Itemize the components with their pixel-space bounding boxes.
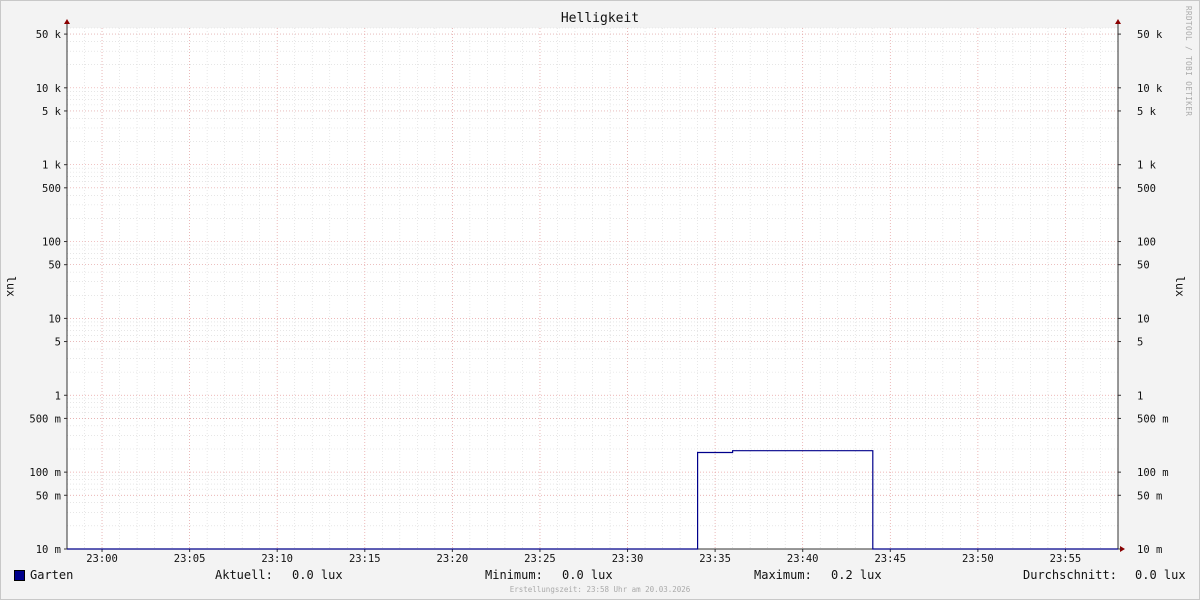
legend-series-name: Garten [30,568,74,582]
legend-swatch-garten [14,570,25,581]
y-tick-label-right: 500 m [1137,413,1169,425]
y-tick-label-left: 10 m [36,544,61,556]
y-tick-label-right: 50 m [1137,490,1162,502]
y-tick-label-right: 10 [1137,313,1150,325]
x-tick-label: 23:35 [699,553,731,565]
legend-min-value: 0.0 lux [562,568,613,582]
x-tick-label: 23:40 [787,553,819,565]
x-tick-label: 23:05 [174,553,206,565]
y-tick-label-left: 10 k [36,83,62,95]
y-tick-label-left: 500 [42,183,61,195]
legend-min-label: Minimum: [485,568,543,582]
y-tick-label-left: 50 [48,260,61,272]
legend-avg-value: 0.0 lux [1135,568,1186,582]
y-tick-label-right: 50 [1137,260,1150,272]
y-tick-label-right: 5 [1137,337,1143,349]
y-tick-label-left: 5 [55,337,61,349]
x-tick-label: 23:20 [437,553,469,565]
y-tick-label-right: 5 k [1137,106,1157,118]
y-axis-arrow-left [64,19,70,24]
x-tick-label: 23:50 [962,553,994,565]
y-tick-label-left: 50 k [36,29,62,41]
legend-max-label: Maximum: [754,568,812,582]
y-tick-label-right: 10 k [1137,83,1163,95]
legend-current-label: Aktuell: [215,568,273,582]
x-tick-label: 23:55 [1050,553,1082,565]
y-tick-label-left: 5 k [42,106,62,118]
legend-current-value: 0.0 lux [292,568,343,582]
x-tick-label: 23:10 [261,553,293,565]
y-tick-label-left: 1 [55,390,61,402]
y-tick-label-right: 1 [1137,390,1143,402]
chart-plot: 50 k 50 k 10 k 10 k 5 k 5 k 1 k 1 k 500 500 100 100… [29,19,1169,565]
y-tick-label-left: 1 k [42,160,62,172]
y-tick-label-left: 100 [42,237,61,249]
y-tick-label-left: 100 m [29,467,61,479]
x-tick-label: 23:15 [349,553,381,565]
x-tick-label: 23:25 [524,553,556,565]
y-tick-label-right: 100 m [1137,467,1169,479]
x-tick-label: 23:45 [874,553,906,565]
y-tick-label-left: 500 m [29,413,61,425]
y-tick-label-right: 10 m [1137,544,1162,556]
legend-max-value: 0.2 lux [831,568,882,582]
x-tick-label: 23:00 [86,553,118,565]
y-tick-label-right: 100 [1137,237,1156,249]
legend-avg-label: Durchschnitt: [1023,568,1117,582]
y-axis-arrow-right [1115,19,1121,24]
y-tick-label-right: 1 k [1137,160,1157,172]
y-tick-label-right: 50 k [1137,29,1163,41]
y-tick-label-right: 500 [1137,183,1156,195]
y-tick-label-left: 10 [48,313,61,325]
x-tick-label: 23:30 [612,553,644,565]
y-tick-label-left: 50 m [36,490,61,502]
creation-time-footer: Erstellungszeit: 23:58 Uhr am 20.03.2026 [509,585,691,594]
